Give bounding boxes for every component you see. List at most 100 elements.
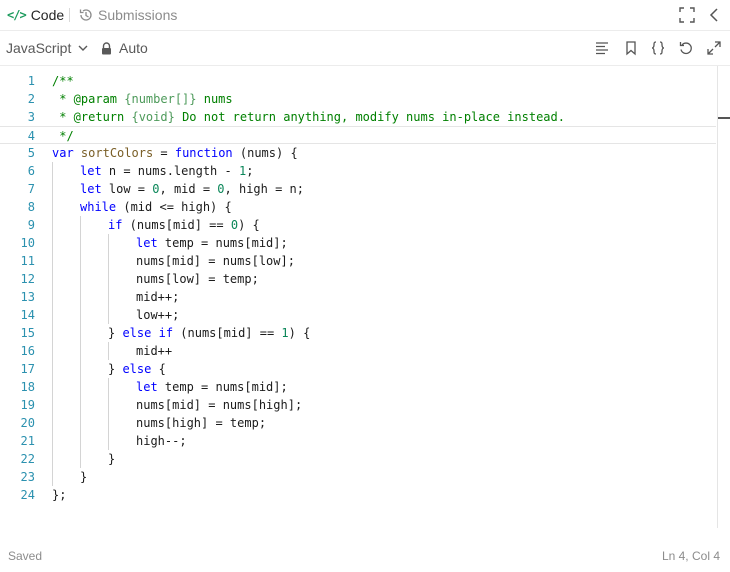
line-number: 1: [27, 74, 35, 88]
scrollbar-track[interactable]: [717, 66, 718, 528]
line-number: 6: [27, 164, 35, 178]
tab-code[interactable]: </> Code: [7, 0, 64, 30]
code-token: else: [122, 326, 152, 340]
code-token: nums[mid] = nums[high];: [136, 398, 303, 412]
line-number: 10: [20, 236, 35, 250]
code-token: function: [174, 146, 233, 160]
line-number: 3: [27, 110, 35, 124]
status-bar: Saved Ln 4, Col 4: [0, 541, 730, 572]
chevron-down-icon: [78, 45, 88, 51]
code-token: low =: [101, 182, 153, 196]
code-line[interactable]: 1 /**: [0, 72, 716, 90]
code-token: (nums[mid] ==: [173, 326, 282, 340]
code-token: {void}: [131, 110, 175, 124]
code-text: let n = nums.length - 1;: [80, 162, 253, 180]
code-token: high--;: [136, 434, 187, 448]
code-line[interactable]: 22}: [0, 450, 716, 468]
code-token: let: [80, 164, 102, 178]
code-token: * @param: [52, 92, 125, 106]
code-line[interactable]: 6 let n = nums.length - 1;: [0, 162, 716, 180]
indent-guide: [80, 216, 81, 468]
code-token: , high = n;: [224, 182, 305, 196]
code-text: } else {: [108, 360, 166, 378]
line-number: 11: [20, 254, 35, 268]
expand-arrows-icon[interactable]: [706, 40, 722, 56]
code-token: 1: [281, 326, 289, 340]
code-token: low++;: [136, 308, 180, 322]
align-left-icon[interactable]: [594, 40, 610, 56]
code-token: (nums[mid] ==: [122, 218, 231, 232]
code-token: sortColors: [80, 146, 154, 160]
code-token: (mid <= high) {: [116, 200, 232, 214]
line-number: 4: [27, 129, 35, 143]
code-token: nums[mid] = nums[low];: [136, 254, 295, 268]
line-number: 23: [20, 470, 35, 484]
indent-guide: [108, 342, 109, 360]
tab-code-label: Code: [30, 7, 65, 23]
code-token: nums[high] = temp;: [136, 416, 267, 430]
code-token: */: [52, 129, 74, 143]
line-number: 16: [20, 344, 35, 358]
code-line[interactable]: 15} else if (nums[mid] == 1) {: [0, 324, 716, 342]
code-text: let temp = nums[mid];: [136, 234, 288, 252]
code-text: mid++;: [136, 288, 179, 306]
code-text: let temp = nums[mid];: [136, 378, 288, 396]
code-text: low++;: [136, 306, 179, 324]
code-text: };: [52, 486, 66, 504]
tab-divider: [69, 8, 70, 22]
code-token: };: [52, 488, 67, 502]
code-token: mid++;: [136, 290, 180, 304]
language-select[interactable]: JavaScript: [6, 31, 89, 65]
code-token: let: [136, 380, 158, 394]
code-token: {number[]}: [124, 92, 197, 106]
code-text: nums[mid] = nums[high];: [136, 396, 302, 414]
code-text: if (nums[mid] == 0) {: [108, 216, 260, 234]
code-line[interactable]: 7 let low = 0, mid = 0, high = n;: [0, 180, 716, 198]
code-text: var sortColors = function (nums) {: [52, 144, 298, 162]
tab-submissions[interactable]: Submissions: [78, 0, 177, 30]
language-label: JavaScript: [6, 40, 72, 56]
code-token: 0: [217, 182, 225, 196]
code-line[interactable]: 8 while (mid <= high) {: [0, 198, 716, 216]
indent-guide: [52, 162, 53, 486]
code-line[interactable]: 24};: [0, 486, 716, 504]
editor-toolbar: JavaScript Auto: [0, 31, 730, 66]
code-token: =: [153, 146, 175, 160]
save-status: Saved: [8, 549, 43, 563]
code-text: nums[high] = temp;: [136, 414, 266, 432]
code-text: }: [80, 468, 87, 486]
code-editor[interactable]: 1/** 2 * @param {number[]} nums 3 * @retur…: [0, 66, 730, 532]
code-token: Do not return anything, modify nums in-p…: [174, 110, 565, 124]
line-number: 19: [20, 398, 35, 412]
code-line[interactable]: 17} else {: [0, 360, 716, 378]
code-token: ) {: [288, 326, 311, 340]
code-token: nums[low] = temp;: [136, 272, 259, 286]
line-number: 21: [20, 434, 35, 448]
auto-mode[interactable]: Auto: [101, 31, 148, 65]
chevron-left-icon[interactable]: [706, 6, 722, 24]
code-text: nums[low] = temp;: [136, 270, 259, 288]
code-line[interactable]: 2 * @param {number[]} nums: [0, 90, 716, 108]
fullscreen-icon[interactable]: [678, 6, 696, 24]
code-token: * @return: [52, 110, 132, 124]
code-token: (nums) {: [232, 146, 298, 160]
bookmark-icon[interactable]: [623, 40, 639, 56]
code-line[interactable]: 5 var sortColors = function (nums) {: [0, 144, 716, 162]
auto-label: Auto: [119, 40, 148, 56]
reset-icon[interactable]: [678, 40, 694, 56]
scrollbar-cursor-marker: [718, 117, 730, 119]
code-token: 0: [230, 218, 239, 232]
code-line[interactable]: 9 if (nums[mid] == 0) {: [0, 216, 716, 234]
lock-icon: [102, 41, 111, 54]
code-text: nums[mid] = nums[low];: [136, 252, 295, 270]
line-number: 8: [27, 200, 35, 214]
code-line[interactable]: 4 */: [0, 126, 716, 144]
code-line[interactable]: 23}: [0, 468, 716, 486]
line-number: 14: [20, 308, 35, 322]
line-number: 7: [27, 182, 35, 196]
code-text: let low = 0, mid = 0, high = n;: [80, 180, 304, 198]
code-line[interactable]: 3 * @return {void} Do not return anythin…: [0, 108, 716, 126]
code-token: var: [52, 146, 74, 160]
braces-icon[interactable]: [650, 40, 666, 56]
code-token: let: [80, 182, 102, 196]
